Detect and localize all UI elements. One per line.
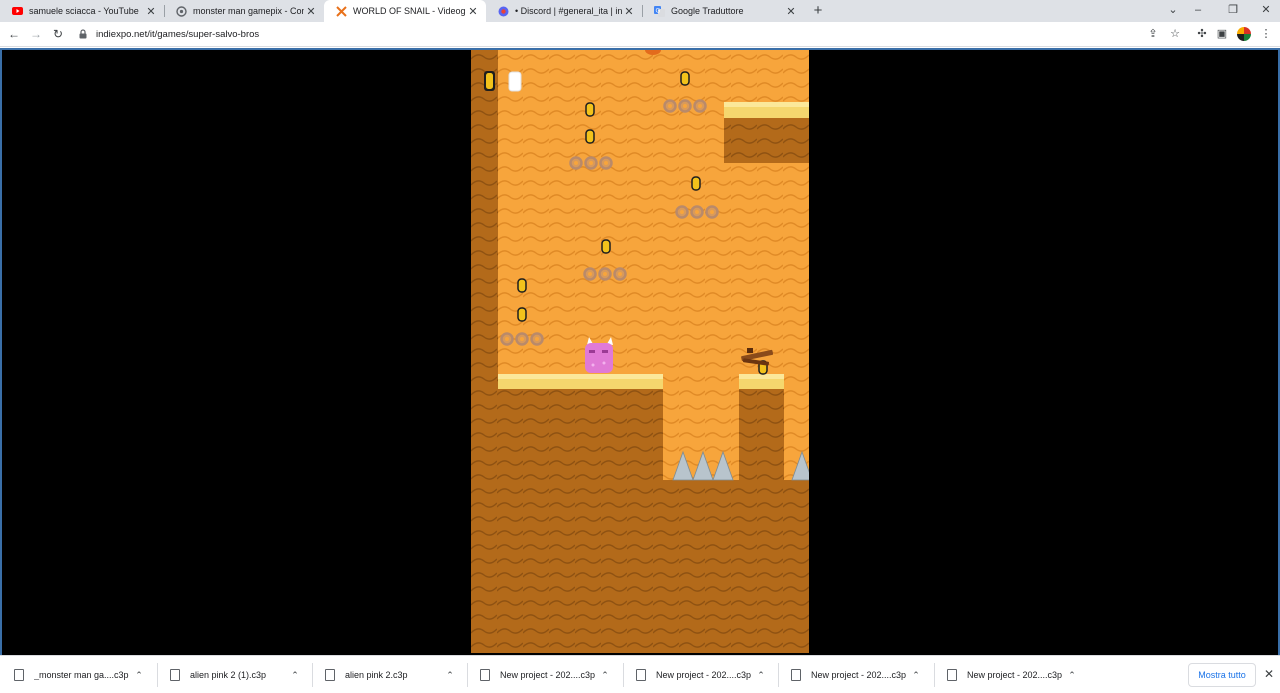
- forward-arrow-icon[interactable]: →: [28, 26, 44, 42]
- left-wall: [471, 50, 498, 653]
- chevron-up-icon[interactable]: ⌃: [598, 670, 612, 681]
- chevron-up-icon[interactable]: ⌃: [132, 670, 146, 681]
- tab-construct[interactable]: monster man gamepix - Constru ✕: [164, 0, 324, 22]
- minimize-button[interactable]: –: [1190, 2, 1206, 18]
- tab-title: WORLD OF SNAIL - Videogioco: [353, 6, 466, 16]
- file-icon: [947, 669, 957, 681]
- download-filename: New project - 202....c3p: [500, 670, 596, 680]
- chevron-up-icon[interactable]: ⌃: [754, 670, 768, 681]
- close-icon[interactable]: ✕: [784, 5, 798, 18]
- ground-left: [498, 389, 663, 653]
- youtube-icon: [12, 6, 23, 17]
- close-icon[interactable]: ✕: [304, 5, 318, 18]
- share-icon[interactable]: ⇪: [1145, 26, 1161, 42]
- address-bar[interactable]: indiexpo.net/it/games/super-salvo-bros: [74, 24, 1184, 44]
- hud-coin-counter: [508, 71, 522, 92]
- bookmark-star-icon[interactable]: ☆: [1167, 26, 1183, 42]
- close-window-button[interactable]: ✕: [1258, 2, 1274, 18]
- translate-icon: G: [654, 5, 665, 17]
- chevron-up-icon[interactable]: ⌃: [443, 670, 457, 681]
- profile-avatar[interactable]: [1237, 27, 1251, 41]
- tab-youtube[interactable]: samuele sciacca - YouTube ✕: [0, 0, 164, 22]
- tab-search-icon[interactable]: ⌄: [1165, 2, 1181, 18]
- file-icon: [636, 669, 646, 681]
- download-item[interactable]: New project - 202....c3p ⌃: [466, 656, 612, 693]
- file-icon: [170, 669, 180, 681]
- download-filename: New project - 202....c3p: [967, 670, 1063, 680]
- new-tab-button[interactable]: +: [810, 2, 826, 20]
- download-item[interactable]: New project - 202....c3p ⌃: [933, 656, 1079, 693]
- tab-strip: samuele sciacca - YouTube ✕ monster man …: [0, 0, 1280, 22]
- download-filename: New project - 202....c3p: [656, 670, 752, 680]
- download-filename: alien pink 2.c3p: [345, 670, 408, 680]
- file-icon: [791, 669, 801, 681]
- indiexpo-icon: [336, 5, 347, 17]
- chevron-up-icon[interactable]: ⌃: [288, 670, 302, 681]
- chevron-up-icon[interactable]: ⌃: [1065, 670, 1079, 681]
- download-item[interactable]: alien pink 2 (1).c3p ⌃: [156, 656, 302, 693]
- discord-icon: [498, 6, 509, 17]
- extensions-puzzle-icon[interactable]: ✣: [1194, 26, 1210, 42]
- tab-title: Google Traduttore: [671, 6, 744, 16]
- right-floor: [784, 480, 809, 653]
- tab-title: monster man gamepix - Constru: [193, 6, 304, 16]
- construct-icon: [176, 5, 187, 17]
- show-all-downloads-button[interactable]: Mostra tutto: [1188, 663, 1256, 687]
- svg-text:G: G: [656, 7, 661, 14]
- tab-title: samuele sciacca - YouTube: [29, 6, 139, 16]
- chevron-up-icon[interactable]: ⌃: [909, 670, 923, 681]
- download-item[interactable]: New project - 202....c3p ⌃: [622, 656, 768, 693]
- download-item[interactable]: _monster man ga....c3p ⌃: [0, 656, 146, 693]
- tab-google-translate[interactable]: G Google Traduttore ✕: [642, 0, 804, 22]
- close-icon[interactable]: ✕: [144, 5, 158, 18]
- maximize-button[interactable]: ❐: [1225, 2, 1241, 18]
- browser-window: samuele sciacca - YouTube ✕ monster man …: [0, 0, 1280, 693]
- close-icon[interactable]: ✕: [1262, 667, 1276, 681]
- tab-title: • Discord | #general_ita | indiexp: [515, 6, 622, 16]
- file-icon: [14, 669, 24, 681]
- file-icon: [325, 669, 335, 681]
- reload-icon[interactable]: ↻: [50, 26, 66, 42]
- download-item[interactable]: alien pink 2.c3p ⌃: [311, 656, 457, 693]
- close-icon[interactable]: ✕: [466, 5, 480, 18]
- download-filename: New project - 202....c3p: [811, 670, 907, 680]
- game-canvas[interactable]: [471, 50, 809, 653]
- side-panel-icon[interactable]: ▣: [1214, 26, 1230, 42]
- menu-kebab-icon[interactable]: ⋮: [1258, 26, 1274, 42]
- upper-block: [724, 118, 809, 163]
- pillar: [739, 389, 784, 653]
- file-icon: [480, 669, 490, 681]
- lock-icon: [79, 29, 87, 39]
- back-arrow-icon[interactable]: ←: [6, 26, 22, 42]
- browser-toolbar: ← → ↻ indiexpo.net/it/games/super-salvo-…: [0, 22, 1280, 47]
- tab-world-of-snail[interactable]: WORLD OF SNAIL - Videogioco ✕: [324, 0, 486, 22]
- hud-coin-icon: [484, 71, 495, 91]
- downloads-shelf: _monster man ga....c3p ⌃ alien pink 2 (1…: [0, 655, 1280, 693]
- close-icon[interactable]: ✕: [622, 5, 636, 18]
- url-text: indiexpo.net/it/games/super-salvo-bros: [96, 28, 260, 40]
- download-filename: alien pink 2 (1).c3p: [190, 670, 267, 680]
- download-filename: _monster man ga....c3p: [34, 670, 129, 680]
- pit-floor: [663, 480, 739, 653]
- download-item[interactable]: New project - 202....c3p ⌃: [777, 656, 923, 693]
- tab-discord[interactable]: • Discord | #general_ita | indiexp ✕: [486, 0, 642, 22]
